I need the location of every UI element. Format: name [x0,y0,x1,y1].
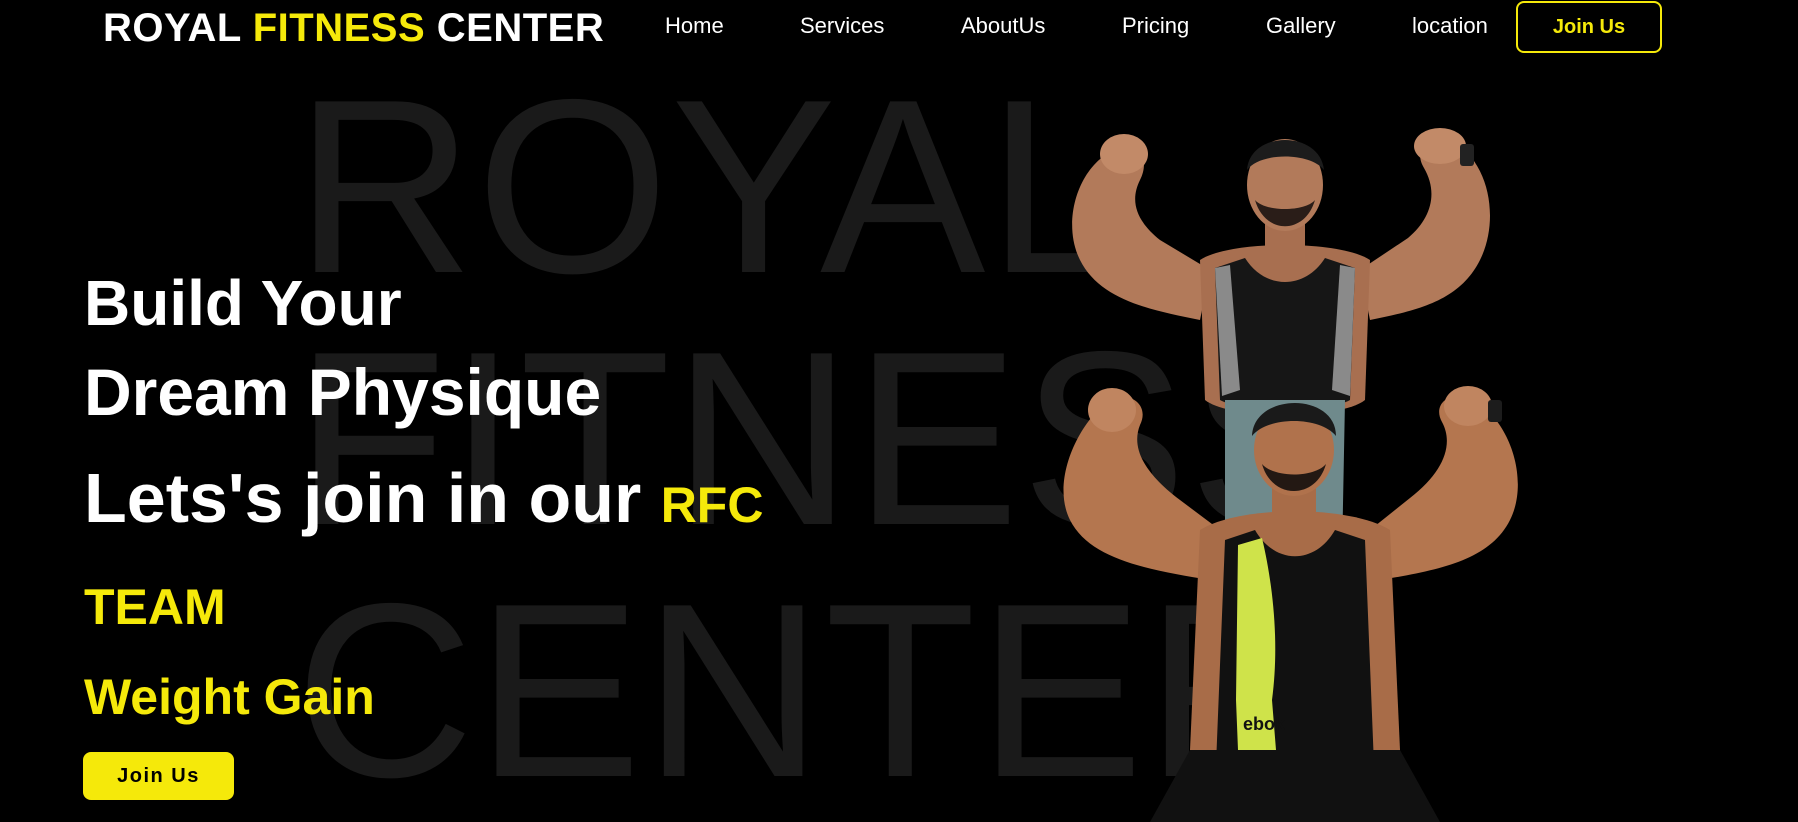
nav-link-location[interactable]: location [1412,13,1488,39]
front-man: ebok [1063,386,1518,822]
hero-typed-text: Weight Gain [84,669,375,725]
hero-heading-line3: Lets's join in our RFC [84,458,763,538]
hero-join-text: Lets's join in our [84,459,642,537]
navbar: ROYAL FITNESS CENTER Home Services About… [0,0,1798,56]
brand-word: CENTER [436,6,605,50]
hero-join-button[interactable]: Join Us [83,752,234,800]
brand-word: ROYAL [103,6,242,50]
nav-link-services[interactable]: Services [800,13,884,39]
hero-heading-line2: Dream Physique [84,355,602,429]
nav-join-button[interactable]: Join Us [1516,1,1662,53]
hero-team-text: TEAM [84,579,226,635]
shirt-logo-text: ebok [1243,714,1286,734]
nav-link-home[interactable]: Home [665,13,724,39]
bodybuilders-photo: ebok [1063,128,1518,822]
hero-heading-line1: Build Your [84,267,402,339]
brand-logo[interactable]: ROYAL FITNESS CENTER [103,6,604,51]
nav-link-pricing[interactable]: Pricing [1122,13,1189,39]
brand-word-highlight: FITNESS [252,6,426,50]
hero-rfc-highlight: RFC [660,477,764,533]
nav-link-gallery[interactable]: Gallery [1266,13,1336,39]
page: ROYAL FITNESS CENTER ROYAL FITNESS CENTE… [0,0,1798,822]
nav-link-aboutus[interactable]: AboutUs [961,13,1045,39]
